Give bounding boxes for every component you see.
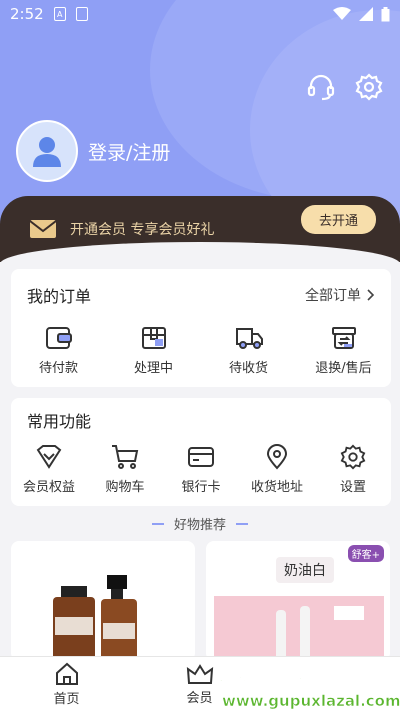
home-icon: [55, 662, 78, 685]
function-label: 购物车: [105, 480, 145, 495]
divider: [236, 522, 248, 525]
user-icon: [33, 137, 61, 167]
settings-button[interactable]: [352, 70, 386, 104]
function-label: 银行卡: [181, 480, 221, 495]
headset-icon: [307, 74, 335, 101]
function-address[interactable]: 收货地址: [239, 442, 315, 495]
member-banner-text: 开通会员 专享会员好礼: [70, 222, 215, 238]
function-label: 会员权益: [22, 480, 75, 495]
envelope-icon: [30, 220, 56, 238]
function-label: 收货地址: [250, 480, 303, 495]
all-orders-link[interactable]: 全部订单: [305, 285, 375, 305]
sim-notification-icon: [75, 7, 88, 21]
recommend-heading: 好物推荐: [0, 514, 400, 533]
status-bar: 2:52 A: [0, 0, 400, 28]
signal-icon: [359, 7, 373, 21]
truck-icon: [235, 328, 263, 349]
battery-icon: [381, 6, 390, 21]
orders-title: 我的订单: [27, 287, 92, 306]
orders-card: 我的订单 全部订单 待付款 处理中 待收货 退换/售后: [11, 269, 391, 387]
all-orders-label: 全部订单: [305, 288, 361, 304]
status-time: 2:52: [10, 5, 44, 23]
functions-title: 常用功能: [27, 412, 92, 431]
order-item-label: 退换/售后: [315, 361, 372, 376]
order-item-label: 待收货: [228, 361, 268, 376]
divider: [151, 522, 164, 525]
gear-icon: [340, 444, 366, 470]
wifi-icon: [333, 7, 351, 20]
product-image: [53, 575, 137, 661]
login-area[interactable]: 登录/注册: [16, 120, 170, 182]
function-cart[interactable]: 购物车: [87, 442, 163, 495]
wallet-icon: [45, 327, 72, 349]
crown-icon: [186, 663, 213, 684]
function-member-benefits[interactable]: 会员权益: [11, 442, 87, 495]
order-item-label: 待付款: [38, 361, 78, 376]
product-tag: 奶油白: [276, 557, 334, 583]
tab-label: 会员: [186, 690, 213, 706]
member-banner[interactable]: 开通会员 专享会员好礼 去开通: [0, 196, 400, 264]
function-label: 设置: [339, 480, 366, 495]
product-card[interactable]: [11, 541, 195, 661]
watermark-url: www.gupuxlazal.com: [222, 692, 400, 711]
product-card[interactable]: 舒客+ 奶油白: [206, 541, 390, 661]
login-register-link[interactable]: 登录/注册: [88, 138, 170, 165]
watermark-logo: 谷普软件园 www.gupuxlazal.com: [217, 654, 400, 711]
tab-home[interactable]: 首页: [0, 657, 133, 711]
order-processing[interactable]: 处理中: [114, 323, 194, 376]
location-icon: [266, 444, 288, 470]
cart-icon: [112, 445, 139, 469]
function-settings[interactable]: 设置: [315, 442, 391, 495]
functions-card: 常用功能 会员权益 购物车 银行卡 收货地址 设置: [11, 398, 391, 506]
avatar[interactable]: [16, 120, 78, 182]
gear-icon: [355, 73, 383, 101]
function-bank-card[interactable]: 银行卡: [163, 442, 239, 495]
product-image: [214, 596, 384, 661]
order-pending-payment[interactable]: 待付款: [19, 323, 99, 376]
tab-label: 首页: [53, 691, 80, 707]
brand-badge: 舒客+: [347, 545, 384, 562]
order-awaiting-delivery[interactable]: 待收货: [209, 323, 289, 376]
diamond-icon: [36, 445, 62, 469]
card-icon: [188, 447, 214, 467]
order-returns[interactable]: 退换/售后: [304, 323, 384, 376]
open-membership-button[interactable]: 去开通: [300, 204, 376, 234]
customer-service-button[interactable]: [304, 70, 338, 104]
a-notification-icon: A: [53, 7, 66, 21]
recommend-title: 好物推荐: [173, 518, 226, 533]
return-icon: [331, 327, 356, 349]
chevron-right-icon: [367, 289, 375, 301]
box-icon: [141, 327, 166, 349]
order-item-label: 处理中: [133, 361, 173, 376]
